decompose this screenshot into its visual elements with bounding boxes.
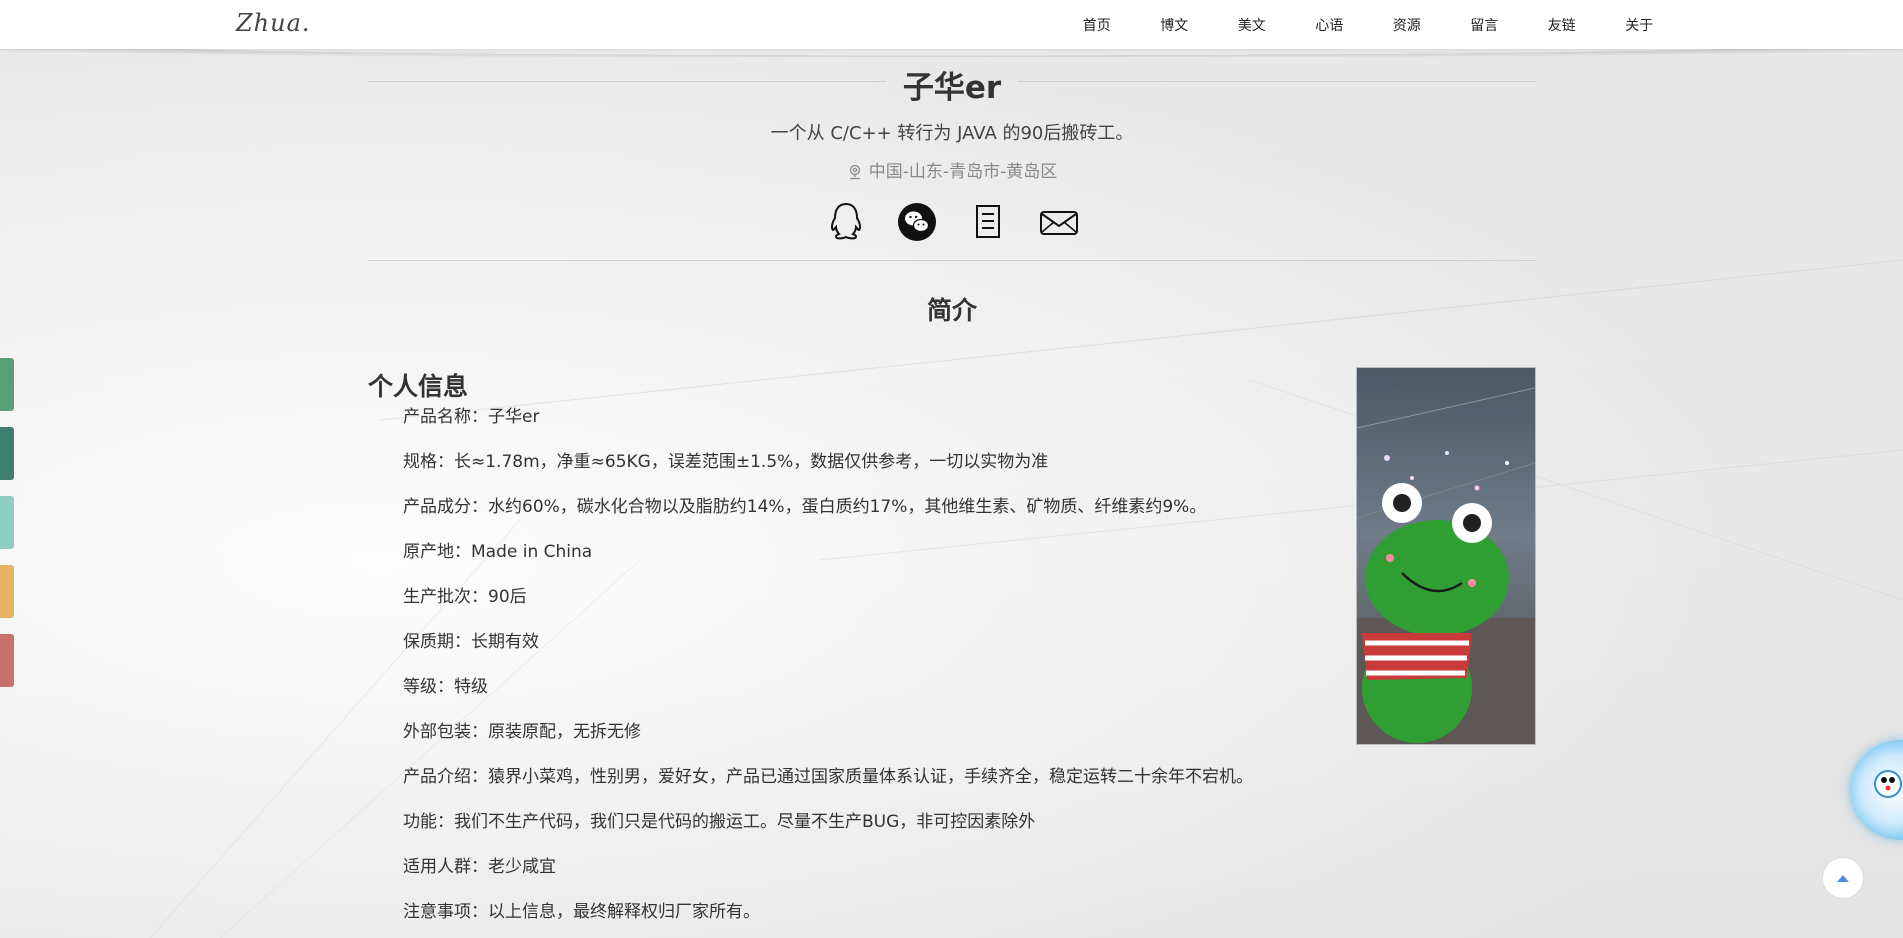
site-logo[interactable]: Zhua. — [236, 9, 311, 37]
personal-info-block: 个人信息 产品名称：子华er 规格：长≈1.78m，净重≈65KG，误差范围±1… — [368, 367, 1536, 938]
nav-item-home[interactable]: 首页 — [1058, 15, 1136, 35]
section-title: 简介 — [926, 296, 977, 325]
left-tab-2[interactable] — [0, 427, 14, 480]
wechat-icon[interactable] — [897, 201, 937, 243]
top-navbar: Zhua. 首页 博文 美文 心语 资源 留言 友链 关于 — [0, 0, 1903, 49]
main-nav: 首页 博文 美文 心语 资源 留言 友链 关于 — [1058, 0, 1678, 49]
info-item: 注意事项：以上信息，最终解释权归厂家所有。 — [403, 902, 760, 922]
profile-name: 子华er — [902, 70, 1002, 106]
back-to-top-button[interactable] — [1822, 857, 1864, 899]
document-icon[interactable] — [968, 201, 1008, 243]
left-tab-1[interactable] — [0, 358, 14, 411]
profile-photo — [1356, 367, 1536, 745]
nav-item-about[interactable]: 关于 — [1601, 15, 1679, 35]
location-pin-icon — [849, 164, 860, 180]
nav-item-friends[interactable]: 友链 — [1523, 15, 1601, 35]
title-line-right — [1018, 81, 1536, 82]
mail-icon[interactable] — [1039, 201, 1079, 243]
nav-item-blog[interactable]: 博文 — [1136, 15, 1214, 35]
left-tab-4[interactable] — [0, 565, 14, 618]
frog-plush-image — [1357, 368, 1535, 744]
info-item: 产品介绍：猿界小菜鸡，性别男，爱好女，产品已通过国家质量体系认证，手续齐全，稳定… — [403, 767, 1253, 787]
location-text: 中国-山东-青岛市-黄岛区 — [868, 162, 1058, 182]
about-content: 子华er 一个从 C/C++ 转行为 JAVA 的90后搬砖工。 中国-山东-青… — [368, 49, 1536, 938]
nav-item-mood[interactable]: 心语 — [1291, 15, 1369, 35]
qq-icon[interactable] — [826, 201, 866, 243]
arrow-up-icon — [1837, 875, 1849, 882]
profile-title-row: 子华er — [368, 49, 1536, 115]
left-tab-5[interactable] — [0, 634, 14, 687]
nav-item-guestbook[interactable]: 留言 — [1446, 15, 1524, 35]
social-links — [368, 197, 1536, 247]
info-item: 适用人群：老少咸宜 — [403, 857, 556, 877]
left-tab-3[interactable] — [0, 496, 14, 549]
profile-divider — [368, 260, 1536, 261]
profile-location: 中国-山东-青岛市-黄岛区 — [368, 153, 1536, 191]
profile-motto: 一个从 C/C++ 转行为 JAVA 的90后搬砖工。 — [770, 123, 1134, 144]
info-item: 功能：我们不生产代码，我们只是代码的搬运工。尽量不生产BUG，非可控因素除外 — [403, 812, 1036, 832]
nav-shadow — [0, 49, 1903, 57]
nav-item-resources[interactable]: 资源 — [1368, 15, 1446, 35]
nav-item-articles[interactable]: 美文 — [1213, 15, 1291, 35]
